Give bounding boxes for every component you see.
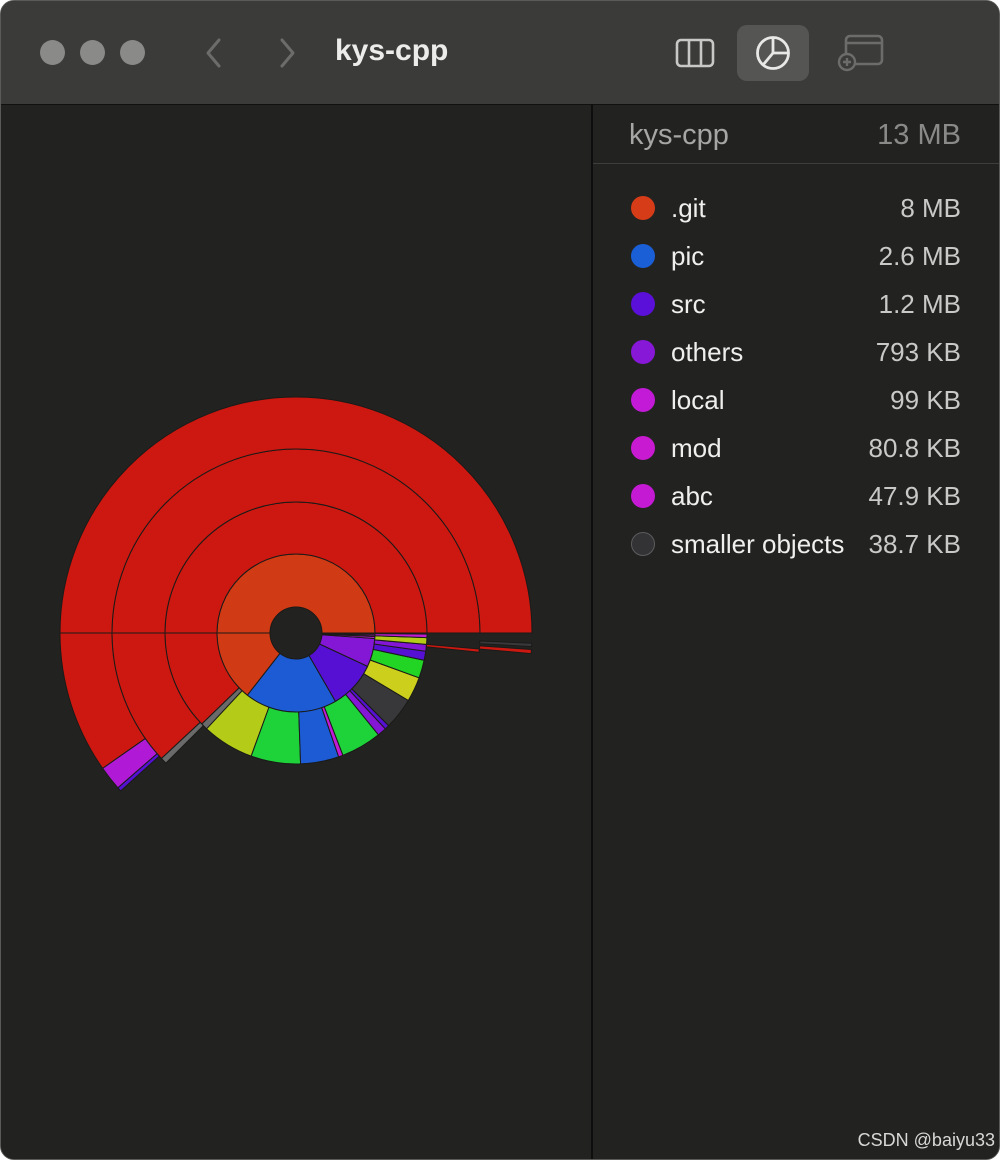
item-name: local: [671, 385, 725, 415]
color-swatch: [631, 340, 655, 364]
folder-contents-list: .git 8 MB pic 2.6 MB src 1.2 MB others 793 KB lo…: [593, 187, 999, 571]
color-swatch: [631, 292, 655, 316]
zoom-window-button[interactable]: [120, 40, 145, 65]
color-swatch: [631, 196, 655, 220]
sunburst-segment[interactable]: [478, 645, 532, 655]
chevron-right-icon: [280, 38, 295, 68]
sunburst-chart-pane[interactable]: [1, 105, 591, 1159]
color-swatch: [631, 484, 655, 508]
list-item[interactable]: src 1.2 MB: [593, 283, 999, 331]
pie-chart-view-button[interactable]: [737, 25, 809, 81]
item-name: smaller objects: [671, 529, 845, 559]
item-name: others: [671, 337, 744, 367]
list-item[interactable]: others 793 KB: [593, 331, 999, 379]
item-name: .git: [671, 193, 706, 223]
app-window: kys-cpp kys-cpp 13 MB .git 8 MB pic 2.6 …: [0, 0, 1000, 1160]
sunburst-segment[interactable]: [479, 640, 533, 648]
window-title: kys-cpp: [335, 34, 449, 67]
folder-total-size: 13 MB: [877, 119, 961, 151]
watermark-text: CSDN @baiyu33: [857, 1130, 995, 1150]
close-window-button[interactable]: [40, 40, 65, 65]
minimize-window-button[interactable]: [80, 40, 105, 65]
color-swatch: [631, 532, 655, 556]
item-size: 1.2 MB: [878, 289, 961, 319]
new-window-button[interactable]: [825, 25, 897, 81]
pie-chart-icon: [756, 36, 790, 70]
item-name: pic: [671, 241, 705, 271]
list-item[interactable]: .git 8 MB: [593, 187, 999, 235]
columns-view-button[interactable]: [659, 25, 731, 81]
forward-button[interactable]: [267, 31, 307, 75]
item-name: abc: [671, 481, 713, 511]
item-name: src: [671, 289, 706, 319]
back-button[interactable]: [194, 31, 234, 75]
sunburst-chart[interactable]: [1, 105, 591, 1159]
folder-name: kys-cpp: [629, 119, 729, 151]
color-swatch: [631, 436, 655, 460]
size-sidebar: kys-cpp 13 MB .git 8 MB pic 2.6 MB src 1.2 MB…: [593, 105, 999, 1159]
item-name: mod: [671, 433, 722, 463]
list-item[interactable]: abc 47.9 KB: [593, 475, 999, 523]
item-size: 38.7 KB: [868, 529, 961, 559]
list-item[interactable]: smaller objects 38.7 KB: [593, 523, 999, 571]
item-size: 80.8 KB: [868, 433, 961, 463]
sunburst-segment-smaller-objects[interactable]: [321, 632, 376, 635]
new-window-icon: [837, 34, 884, 72]
item-size: 8 MB: [900, 193, 961, 223]
sunburst-segment[interactable]: [425, 643, 480, 653]
list-item[interactable]: pic 2.6 MB: [593, 235, 999, 283]
item-size: 2.6 MB: [878, 241, 961, 271]
item-size: 793 KB: [875, 337, 961, 367]
chevron-left-icon: [206, 38, 221, 68]
list-item[interactable]: local 99 KB: [593, 379, 999, 427]
item-size: 47.9 KB: [868, 481, 961, 511]
item-size: 99 KB: [890, 385, 961, 415]
list-item[interactable]: mod 80.8 KB: [593, 427, 999, 475]
columns-view-icon: [675, 38, 715, 68]
sidebar-header: kys-cpp 13 MB: [593, 105, 999, 164]
color-swatch: [631, 244, 655, 268]
title-bar: kys-cpp: [1, 1, 999, 105]
color-swatch: [631, 388, 655, 412]
